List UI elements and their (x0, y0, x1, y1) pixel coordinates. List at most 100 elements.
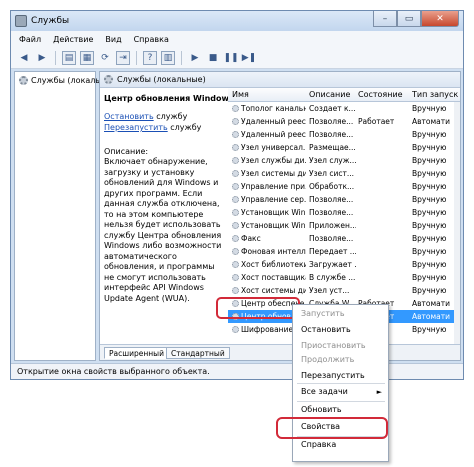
gear-icon (232, 235, 239, 242)
show-hide-console-tree-icon[interactable]: ▤ (62, 50, 76, 65)
service-name-cell: Установщик Win... (232, 208, 306, 217)
service-startup-cell: Вручную (412, 182, 447, 191)
forward-icon[interactable]: ▶ (35, 51, 49, 65)
service-startup-cell: Вручную (412, 169, 447, 178)
menu-item-label: Все задачи (301, 387, 348, 396)
menu-bar: Файл Действие Вид Справка (11, 31, 463, 47)
console-tree: Службы (локальные) (14, 71, 120, 361)
ctx-refresh-menu-item[interactable]: Обновить (293, 403, 388, 417)
service-name: Управление сер... (241, 195, 306, 204)
service-name: Факс (241, 234, 261, 243)
back-icon[interactable]: ◀ (17, 51, 31, 65)
ctx-stop-menu-item[interactable]: Остановить (293, 323, 388, 337)
table-row[interactable]: Хост библиотеки...Загружает ... Вручную (228, 258, 460, 271)
gear-icon (232, 287, 239, 294)
table-row[interactable]: Удаленный реес... Позволяе... Работает Авто… (228, 115, 460, 128)
column-header-startup-type[interactable]: Тип запуска (412, 90, 458, 99)
gear-icon (232, 261, 239, 268)
service-description-cell: Передает ... (309, 247, 356, 256)
vertical-scrollbar[interactable] (454, 102, 460, 344)
service-name: Тополог канальн... (241, 104, 306, 113)
help-icon[interactable]: ? (143, 50, 157, 65)
service-name: Хост системы ди... (241, 286, 306, 295)
pane-header: Службы (локальные) (100, 72, 460, 88)
service-startup-cell: Вручную (412, 273, 447, 282)
table-row[interactable]: Узел службы ди... Узел служ... Вручную (228, 154, 460, 167)
service-name-cell: Хост библиотеки... (232, 260, 306, 269)
service-name-cell: Узел системы ди... (232, 169, 306, 178)
menu-item-label: Приостановить (301, 341, 366, 350)
service-name-cell: Фоновая интелле... (232, 247, 306, 256)
ctx-resume-menu-item[interactable]: Продолжить (293, 353, 388, 367)
menu-action[interactable]: Действие (53, 35, 93, 44)
table-row[interactable]: Узел универсал... Размещае... Вручную (228, 141, 460, 154)
service-details-panel: Центр обновления Windows Остановить служ… (100, 88, 234, 344)
gear-icon (232, 144, 239, 151)
tab-standard[interactable]: Стандартный (166, 347, 230, 359)
service-startup-cell: Вручную (412, 143, 447, 152)
column-header-state[interactable]: Состояние (358, 90, 408, 99)
title-bar[interactable]: Службы – ▭ ✕ (11, 11, 463, 31)
table-row[interactable]: Установщик Win... Приложен... Вручную (228, 219, 460, 232)
restart-service-link[interactable]: Перезапустить (104, 123, 168, 132)
export-icon[interactable]: ⇥ (116, 50, 130, 65)
ctx-help-menu-item[interactable]: Справка (293, 438, 388, 452)
table-row[interactable]: Удаленный реестрПозволяе... Вручную (228, 128, 460, 141)
service-description-cell: Позволяе... (309, 234, 354, 243)
refresh-icon[interactable]: ⟳ (98, 51, 112, 65)
ctx-restart-menu-item[interactable]: Перезапустить (293, 369, 388, 383)
table-row[interactable]: Хост поставщика...В службе ... Вручную (228, 271, 460, 284)
service-description-cell: Создает к... (309, 104, 356, 113)
gear-icon (232, 105, 239, 112)
view-tabs: Расширенный Стандартный (100, 344, 460, 360)
restart-service-row: Перезапустить службу (104, 122, 224, 133)
menu-item-label: Продолжить (301, 355, 355, 364)
service-name: Установщик Win... (241, 208, 306, 217)
services-app-icon (15, 15, 27, 27)
play-icon[interactable]: ▶ (188, 51, 202, 65)
column-header-name[interactable]: Имя (232, 90, 306, 99)
ctx-pause-menu-item[interactable]: Приостановить (293, 339, 388, 353)
table-row[interactable]: Управление при... Обработк... Вручную (228, 180, 460, 193)
table-row[interactable]: Хост системы ди...Узел уст... Вручную (228, 284, 460, 297)
menu-item-label: Запустить (301, 309, 345, 318)
ctx-all-tasks-menu-item[interactable]: Все задачи ► (293, 385, 388, 399)
service-name-cell: Управление при... (232, 182, 306, 191)
pause-icon[interactable]: ❚❚ (223, 51, 238, 65)
service-name: Удаленный реестр (241, 130, 306, 139)
table-row[interactable]: Установщик Win... Позволяе... Вручную (228, 206, 460, 219)
properties-icon[interactable]: ▦ (80, 50, 94, 65)
stop-service-link[interactable]: Остановить (104, 112, 154, 121)
service-description-cell: Узел служ... (309, 156, 356, 165)
service-name-cell: Управление сер... (232, 195, 306, 204)
service-startup-cell: Вручную (412, 130, 447, 139)
tab-extended[interactable]: Расширенный (104, 347, 169, 359)
menu-separator (297, 383, 385, 384)
restart-icon[interactable]: ▶❚ (242, 51, 256, 65)
gear-icon (232, 248, 239, 255)
close-button[interactable]: ✕ (421, 11, 459, 27)
stop-icon[interactable]: ■ (206, 51, 220, 65)
gear-icon (232, 157, 239, 164)
table-row[interactable]: Фоновая интелле...Передает ... Вручную (228, 245, 460, 258)
stop-service-row: Остановить службу (104, 111, 224, 122)
menu-view[interactable]: Вид (105, 35, 121, 44)
service-name-cell: Узел службы ди... (232, 156, 306, 165)
table-row[interactable]: Факс Позволяе... Вручную (228, 232, 460, 245)
menu-help[interactable]: Справка (134, 35, 169, 44)
service-startup-cell: Вручную (412, 234, 447, 243)
properties-sheet-icon[interactable]: ▥ (161, 50, 175, 65)
maximize-button[interactable]: ▭ (397, 11, 421, 27)
service-description-cell: Узел уст... (309, 286, 350, 295)
table-row[interactable]: Тополог канальн...Создает к... Вручную (228, 102, 460, 115)
column-header-description[interactable]: Описание (309, 90, 356, 99)
toolbar: ◀ ▶ ▤ ▦ ⟳ ⇥ ? ▥ ▶ ■ ❚❚ ▶❚ (11, 47, 463, 69)
minimize-button[interactable]: – (373, 11, 397, 27)
menu-file[interactable]: Файл (19, 35, 41, 44)
gear-icon (19, 76, 28, 85)
service-startup-cell: Автомати (412, 312, 451, 321)
ctx-start-menu-item[interactable]: Запустить (293, 307, 388, 321)
table-row[interactable]: Управление сер... Позволяе... Вручную (228, 193, 460, 206)
table-row[interactable]: Узел системы ди...Узел сист... Вручную (228, 167, 460, 180)
service-description-cell: Приложен... (309, 221, 356, 230)
